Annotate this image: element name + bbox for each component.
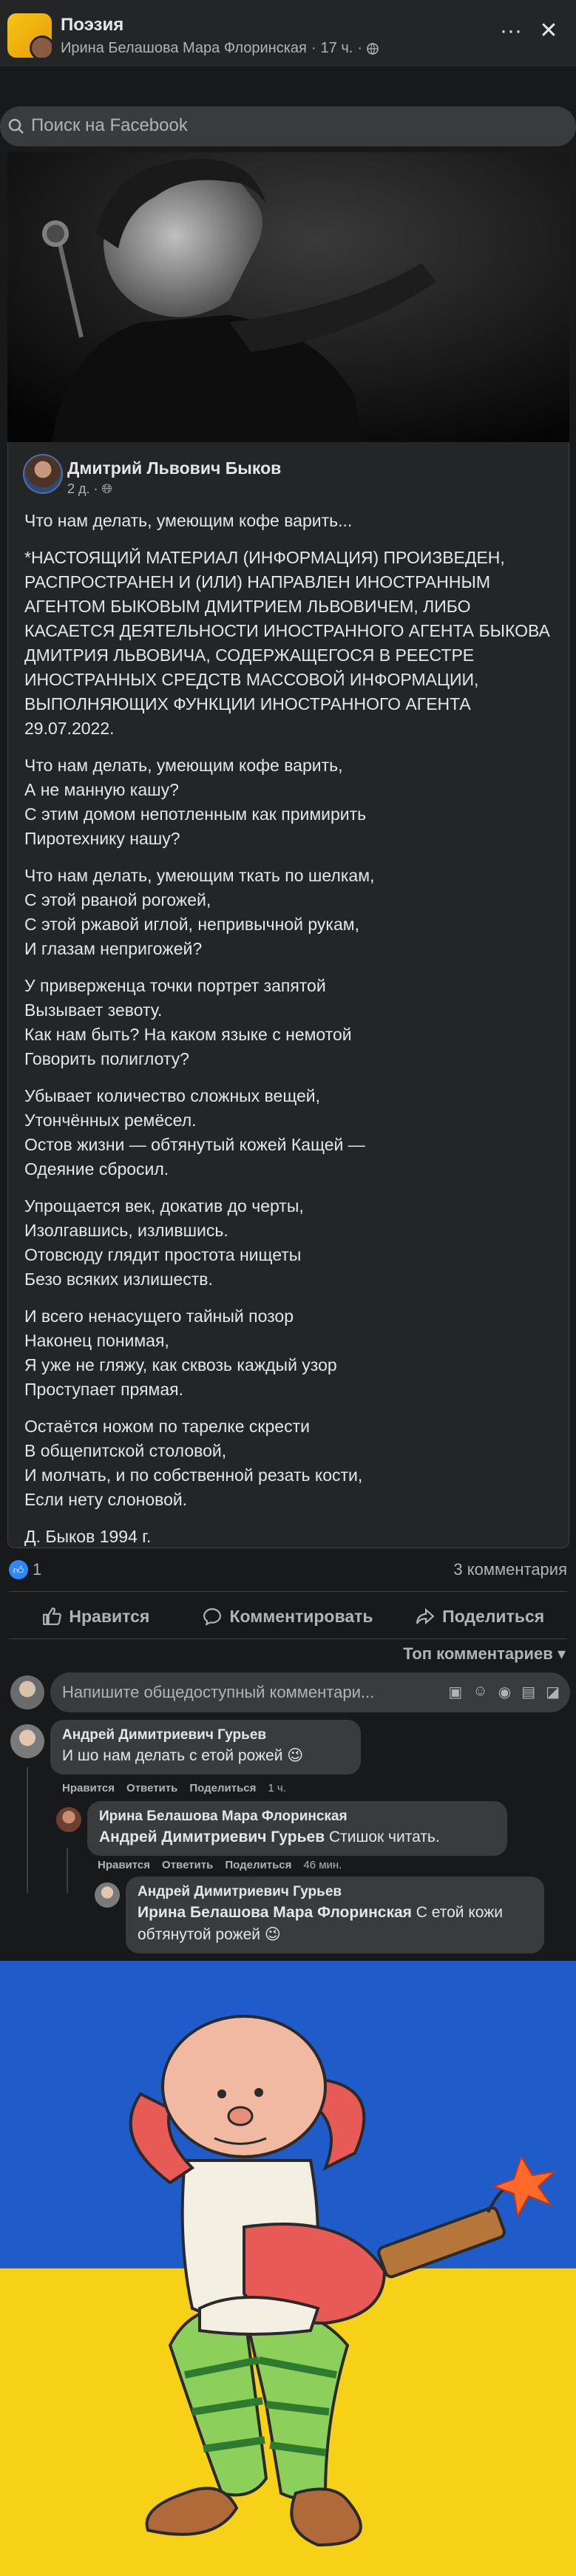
post-meta: Ирина Белашова Мара Флоринская · 17 ч. · xyxy=(61,40,379,57)
emoji-icon[interactable]: ☺ xyxy=(472,1683,487,1701)
search-icon xyxy=(8,118,24,134)
gif-icon[interactable]: ▤ xyxy=(521,1683,535,1701)
post-paragraph: *НАСТОЯЩИЙ МАТЕРИАЛ (ИНФОРМАЦИЯ) ПРОИЗВЕ… xyxy=(24,548,550,738)
comment-label: Комментировать xyxy=(229,1606,373,1626)
avatar-sticker-icon[interactable]: ▣ xyxy=(448,1683,462,1701)
post-header: Поэзия Ирина Белашова Мара Флоринская · … xyxy=(0,0,576,67)
share-icon xyxy=(416,1607,435,1625)
comment-like-button[interactable]: Нравится xyxy=(62,1782,115,1794)
globe-icon xyxy=(367,42,379,55)
like-reaction-icon[interactable]: 👍︎ xyxy=(9,1560,28,1579)
comment-share-button[interactable]: Поделиться xyxy=(189,1782,256,1794)
like-label: Нравится xyxy=(69,1606,150,1626)
commenter-avatar[interactable] xyxy=(95,1882,120,1908)
comment-share-button[interactable]: Поделиться xyxy=(225,1859,291,1871)
caret-down-icon: ▾ xyxy=(557,1644,566,1663)
post-paragraph: У приверженца точки портрет запятой Вызы… xyxy=(24,976,352,1068)
meta-separator: · xyxy=(311,40,316,56)
shared-post-time[interactable]: 2 д. xyxy=(67,481,90,496)
comment-bubble: Андрей Димитриевич Гурьев Ирина Белашова… xyxy=(126,1877,544,1953)
comment-mention[interactable]: Ирина Белашова Мара Флоринская xyxy=(138,1904,412,1921)
search-placeholder: Поиск на Facebook xyxy=(31,115,188,135)
action-bar: Нравится Комментировать Поделиться xyxy=(0,1596,576,1637)
poster-avatar[interactable] xyxy=(30,35,52,58)
post-paragraph: Убывает количество сложных вещей, Утончё… xyxy=(24,1086,365,1179)
composer-placeholder: Напишите общедоступный комментари... xyxy=(62,1683,375,1701)
post-time[interactable]: 17 ч. xyxy=(321,40,353,57)
more-icon[interactable]: ··· xyxy=(498,18,524,44)
like-count[interactable]: 1 xyxy=(33,1560,41,1579)
comment-text: Ирина Белашова Мара Флоринская С етой ко… xyxy=(138,1904,503,1943)
close-icon[interactable]: ✕ xyxy=(535,18,562,44)
share-label: Поделиться xyxy=(442,1606,545,1626)
comment-count[interactable]: 3 комментария xyxy=(453,1560,567,1579)
current-user-avatar[interactable] xyxy=(10,1675,44,1709)
post-paragraph: Остаётся ножом по тарелке скрести В обще… xyxy=(24,1417,363,1509)
comment-sort-dropdown[interactable]: Топ комментариев ▾ xyxy=(403,1644,566,1664)
comment-reply-button[interactable]: Ответить xyxy=(162,1859,213,1871)
comment-reply-button[interactable]: Ответить xyxy=(126,1782,177,1794)
meme-image[interactable] xyxy=(0,1961,576,2576)
divider xyxy=(9,1638,567,1639)
poster-name[interactable]: Ирина Белашова Мара Флоринская xyxy=(61,40,307,57)
author-name[interactable]: Дмитрий Львович Быков xyxy=(67,458,281,478)
meme-illustration xyxy=(0,1961,576,2576)
reaction-stats: 👍︎ 1 3 комментария xyxy=(0,1553,576,1590)
comment-mention[interactable]: Андрей Димитриевич Гурьев xyxy=(99,1828,325,1845)
commenter-name[interactable]: Андрей Димитриевич Гурьев xyxy=(138,1884,532,1900)
comment-icon xyxy=(203,1608,222,1626)
commenter-avatar[interactable] xyxy=(56,1807,81,1832)
thread-line xyxy=(67,1848,68,1893)
comment-like-button[interactable]: Нравится xyxy=(98,1859,150,1871)
photo-illustration xyxy=(7,152,569,442)
top-bar xyxy=(0,67,576,112)
post-body: Что нам делать, умеющим кофе варить... *… xyxy=(24,509,557,1562)
share-button[interactable]: Поделиться xyxy=(384,1596,576,1637)
composer-tools: ▣ ☺ ◉ ▤ ◪ xyxy=(448,1683,560,1701)
commenter-name[interactable]: Андрей Димитриевич Гурьев xyxy=(62,1727,349,1743)
comment-composer[interactable]: Напишите общедоступный комментари... ▣ ☺… xyxy=(50,1672,570,1712)
post-paragraph: Что нам делать, умеющим кофе варить, А н… xyxy=(24,756,367,848)
post-paragraph: И всего ненасущего тайный позор Наконец … xyxy=(24,1306,337,1399)
comment-bubble: Андрей Димитриевич Гурьев И шо нам делат… xyxy=(50,1720,361,1775)
sticker-icon[interactable]: ◪ xyxy=(546,1683,560,1701)
author-avatar[interactable] xyxy=(23,454,63,494)
group-name[interactable]: Поэзия xyxy=(61,15,123,35)
shared-post-photo[interactable] xyxy=(7,152,569,442)
globe-icon: 🌐︎ xyxy=(101,481,112,496)
thumbs-up-icon xyxy=(43,1607,62,1625)
author-time[interactable]: 2 д. · 🌐︎ xyxy=(67,481,112,497)
comment-body: Стишок читать. xyxy=(328,1828,440,1845)
comment-actions: Нравится Ответить Поделиться 1 ч. xyxy=(62,1782,286,1794)
comment-time[interactable]: 46 мин. xyxy=(303,1859,342,1871)
camera-icon[interactable]: ◉ xyxy=(498,1683,511,1701)
post-paragraph: Что нам делать, умеющим кофе варить... xyxy=(24,511,353,530)
sort-label: Топ комментариев xyxy=(403,1644,553,1663)
group-avatar[interactable] xyxy=(7,13,52,58)
comment-bubble: Ирина Белашова Мара Флоринская Андрей Ди… xyxy=(87,1801,507,1856)
post-paragraph: Что нам делать, умеющим ткать по шелкам,… xyxy=(24,866,375,958)
shared-post-card[interactable]: Дмитрий Львович Быков 2 д. · 🌐︎ Что нам … xyxy=(7,442,569,1548)
separator-dot: · xyxy=(357,40,362,56)
comment-button[interactable]: Комментировать xyxy=(192,1596,384,1637)
comment-text: Андрей Димитриевич Гурьев Стишок читать. xyxy=(99,1828,440,1845)
comment-time[interactable]: 1 ч. xyxy=(268,1782,286,1794)
like-button[interactable]: Нравится xyxy=(0,1596,192,1637)
post-paragraph: Упрощается век, докатив до черты, Изолга… xyxy=(24,1196,304,1289)
commenter-avatar[interactable] xyxy=(10,1724,44,1758)
divider xyxy=(9,1591,567,1592)
comment-actions: Нравится Ответить Поделиться 46 мин. xyxy=(98,1859,342,1871)
thread-line xyxy=(27,1767,28,1893)
comment-text: И шо нам делать с етой рожей 😉 xyxy=(62,1747,304,1764)
commenter-name[interactable]: Ирина Белашова Мара Флоринская xyxy=(99,1809,495,1825)
search-bar[interactable]: Поиск на Facebook xyxy=(0,106,576,146)
post-paragraph: Д. Быков 1994 г. xyxy=(24,1527,152,1546)
